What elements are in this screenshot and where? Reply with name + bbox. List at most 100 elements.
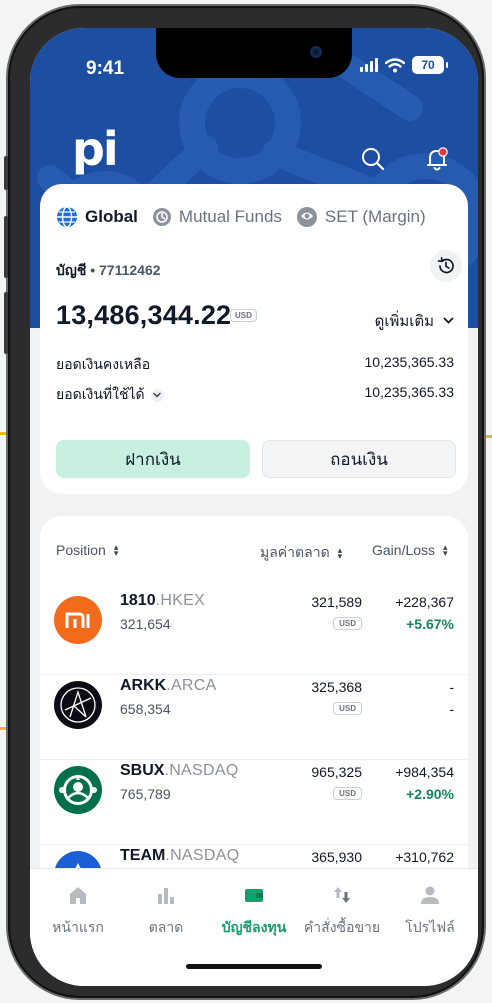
phone-button-volume-up [4, 216, 8, 278]
position-gain: +228,367 [395, 594, 454, 610]
position-market-value: 365,930 [311, 849, 362, 865]
account-number: บัญชี • 77112462 [56, 260, 161, 282]
account-label: บัญชี [56, 262, 87, 278]
starbucks-logo-icon [54, 766, 102, 814]
status-icons: 70 [360, 56, 448, 74]
position-qty: 765,789 [120, 786, 171, 802]
see-more-label: ดูเพิ่มเติม [374, 313, 434, 330]
phone-button-volume-down [4, 292, 8, 354]
position-row[interactable]: SBUX.NASDAQ 765,789 965,325 USD +984,354… [40, 760, 468, 845]
position-symbol: SBUX.NASDAQ [120, 762, 239, 779]
phone-button-silent [4, 156, 8, 190]
nav-profile-label: โปรไฟล์ [405, 919, 455, 935]
nav-home[interactable]: หน้าแรก [33, 883, 123, 939]
position-market-value: 965,325 [311, 764, 362, 780]
tab-mutual-funds[interactable]: Mutual Funds [152, 207, 282, 227]
position-qty: 658,354 [120, 701, 171, 717]
wallet-icon [242, 883, 266, 907]
account-separator: • [90, 262, 96, 278]
position-gain: - [449, 679, 454, 695]
signal-icon [360, 58, 378, 72]
tab-global-label: Global [85, 207, 138, 226]
account-tabs: Global Mutual Funds SET (Margin) [56, 206, 426, 228]
search-icon[interactable] [358, 144, 388, 174]
available-balance-value: 10,235,365.33 [364, 384, 454, 400]
position-symbol: TEAM.NASDAQ [120, 847, 240, 864]
column-gain-loss-header[interactable]: Gain/Loss ▴ ▾ [372, 542, 448, 558]
available-balance-label: ยอดเงินที่ใช้ได้ [56, 386, 145, 402]
position-currency-badge: USD [333, 617, 362, 630]
history-button[interactable] [430, 250, 462, 282]
notification-dot [438, 147, 448, 157]
nav-portfolio-label: บัญชีลงทุน [221, 919, 287, 935]
position-currency-badge: USD [333, 787, 362, 800]
market-icon [154, 883, 178, 907]
position-gain-pct: - [449, 701, 454, 717]
bell-icon[interactable] [422, 144, 452, 174]
front-camera [310, 46, 322, 58]
tab-mutual-funds-label: Mutual Funds [178, 207, 282, 226]
column-gain-loss-label: Gain/Loss [372, 542, 436, 558]
sort-icon: ▴ ▾ [337, 545, 343, 561]
nav-home-label: หน้าแรก [52, 919, 104, 935]
column-market-value-label: มูลค่าตลาด [260, 544, 330, 560]
deposit-button[interactable]: ฝากเงิน [56, 440, 250, 478]
total-balance: 13,486,344.22 [56, 300, 232, 330]
xiaomi-logo-icon [54, 596, 102, 644]
nav-portfolio[interactable]: บัญชีลงทุน [209, 883, 299, 939]
tab-set-margin-label: SET (Margin) [324, 207, 426, 226]
column-market-value-header[interactable]: มูลค่าตลาด ▴ ▾ [260, 542, 342, 564]
tab-set-margin[interactable]: SET (Margin) [296, 206, 426, 228]
status-time: 9:41 [86, 58, 125, 79]
nav-profile[interactable]: โปรไฟล์ [385, 883, 475, 939]
history-icon [437, 257, 454, 274]
positions-card: Position ▴ ▾ มูลค่าตลาด ▴ ▾ Gain/Loss ▴ ▾ [40, 516, 468, 916]
column-position-label: Position [56, 542, 106, 558]
orders-icon [330, 883, 354, 907]
nav-market[interactable]: ตลาด [121, 883, 211, 939]
stage: 9:41 70 pi Global Mutual Funds SET (Marg… [0, 0, 492, 1003]
position-gain: +310,762 [395, 849, 454, 865]
balance-currency-badge: USD [230, 309, 257, 322]
sort-icon: ▴ ▾ [443, 542, 448, 558]
position-symbol: 1810.HKEX [120, 592, 206, 609]
pi-logo: pi [72, 122, 119, 176]
position-currency-badge: USD [333, 702, 362, 715]
column-position-header[interactable]: Position ▴ ▾ [56, 542, 118, 558]
fund-icon [152, 208, 171, 226]
position-gain-pct: +2.90% [406, 786, 454, 802]
withdraw-button[interactable]: ถอนเงิน [262, 440, 456, 478]
see-more-button[interactable]: ดูเพิ่มเติม [375, 309, 454, 333]
cash-balance-label: ยอดเงินคงเหลือ [56, 356, 151, 372]
tab-global[interactable]: Global [56, 206, 138, 228]
wifi-icon [385, 57, 405, 72]
chevron-down-icon [443, 317, 454, 324]
notch [156, 28, 352, 78]
phone-frame: 9:41 70 pi Global Mutual Funds SET (Marg… [4, 6, 484, 998]
set-icon [296, 207, 317, 227]
position-market-value: 325,368 [311, 679, 362, 695]
position-gain: +984,354 [395, 764, 454, 780]
position-row[interactable]: 1810.HKEX 321,654 321,589 USD +228,367 +… [40, 590, 468, 675]
home-indicator [186, 964, 322, 969]
account-number-value: 77112462 [99, 262, 161, 278]
home-icon [66, 883, 90, 907]
screen: 9:41 70 pi Global Mutual Funds SET (Marg… [30, 28, 478, 986]
nav-market-label: ตลาด [148, 919, 184, 935]
position-gain-pct: +5.67% [406, 616, 454, 632]
chevron-down-icon[interactable] [150, 388, 164, 402]
ark-logo-icon [54, 681, 102, 729]
position-market-value: 321,589 [311, 594, 362, 610]
battery-icon: 70 [412, 56, 448, 74]
sort-icon: ▴ ▾ [113, 542, 119, 558]
available-balance-row[interactable]: ยอดเงินที่ใช้ได้ [56, 384, 164, 406]
nav-orders-label: คำสั่งซื้อขาย [303, 919, 381, 935]
position-qty: 321,654 [120, 616, 171, 632]
nav-orders[interactable]: คำสั่งซื้อขาย [297, 883, 387, 939]
globe-icon [57, 206, 77, 228]
position-row[interactable]: ARKK.ARCA 658,354 325,368 USD - - [40, 675, 468, 760]
position-symbol: ARKK.ARCA [120, 677, 217, 694]
profile-icon [418, 883, 442, 907]
cash-balance-value: 10,235,365.33 [364, 354, 454, 370]
account-card: Global Mutual Funds SET (Margin) บัญชี •… [40, 184, 468, 494]
